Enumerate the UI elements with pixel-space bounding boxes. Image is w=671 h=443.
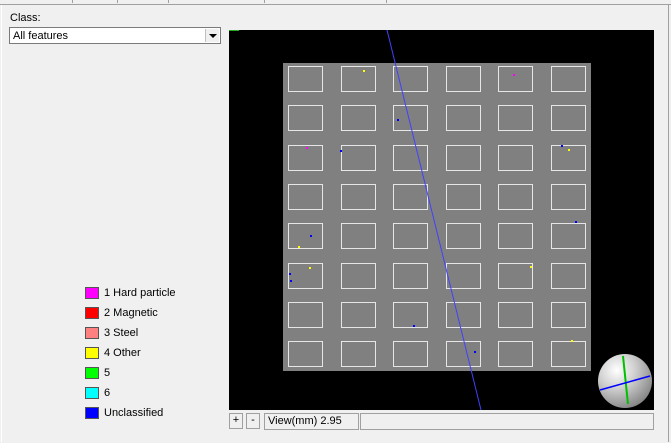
legend-label: 5 bbox=[104, 367, 111, 379]
tab-1[interactable] bbox=[0, 0, 73, 3]
orientation-gizmo-icon[interactable] bbox=[598, 354, 652, 408]
class-label: Class: bbox=[10, 12, 41, 24]
legend-label: 4 Other bbox=[104, 347, 141, 359]
color-swatch bbox=[85, 407, 99, 419]
color-swatch bbox=[85, 387, 99, 399]
status-field bbox=[360, 413, 654, 430]
color-swatch bbox=[85, 367, 99, 379]
color-swatch bbox=[85, 287, 99, 299]
view-size-field: View(mm) 2.95 bbox=[264, 413, 359, 430]
color-swatch bbox=[85, 347, 99, 359]
3d-viewport[interactable] bbox=[229, 30, 654, 410]
class-select[interactable]: All features bbox=[9, 27, 221, 44]
zoom-out-button[interactable]: - bbox=[246, 413, 260, 429]
tab-3[interactable] bbox=[118, 0, 169, 3]
tab-4[interactable] bbox=[169, 0, 265, 3]
color-swatch bbox=[85, 307, 99, 319]
legend-label: 2 Magnetic bbox=[104, 307, 158, 319]
tab-2[interactable] bbox=[73, 0, 118, 3]
scan-line-layer bbox=[386, 30, 482, 410]
legend-label: Unclassified bbox=[104, 407, 164, 419]
class-select-value: All features bbox=[13, 30, 69, 42]
legend-label: 1 Hard particle bbox=[104, 287, 176, 299]
chevron-down-icon[interactable] bbox=[205, 29, 219, 42]
tab-5[interactable] bbox=[338, 0, 387, 3]
legend-label: 3 Steel bbox=[104, 327, 139, 339]
zoom-in-button[interactable]: + bbox=[229, 413, 243, 429]
legend-label: 6 bbox=[104, 387, 111, 399]
gizmo-y-axis bbox=[622, 355, 629, 405]
scan-line bbox=[386, 30, 482, 410]
gizmo-axes bbox=[599, 355, 651, 405]
view-toolbar: + - View(mm) 2.95 bbox=[229, 412, 654, 430]
color-swatch bbox=[85, 327, 99, 339]
